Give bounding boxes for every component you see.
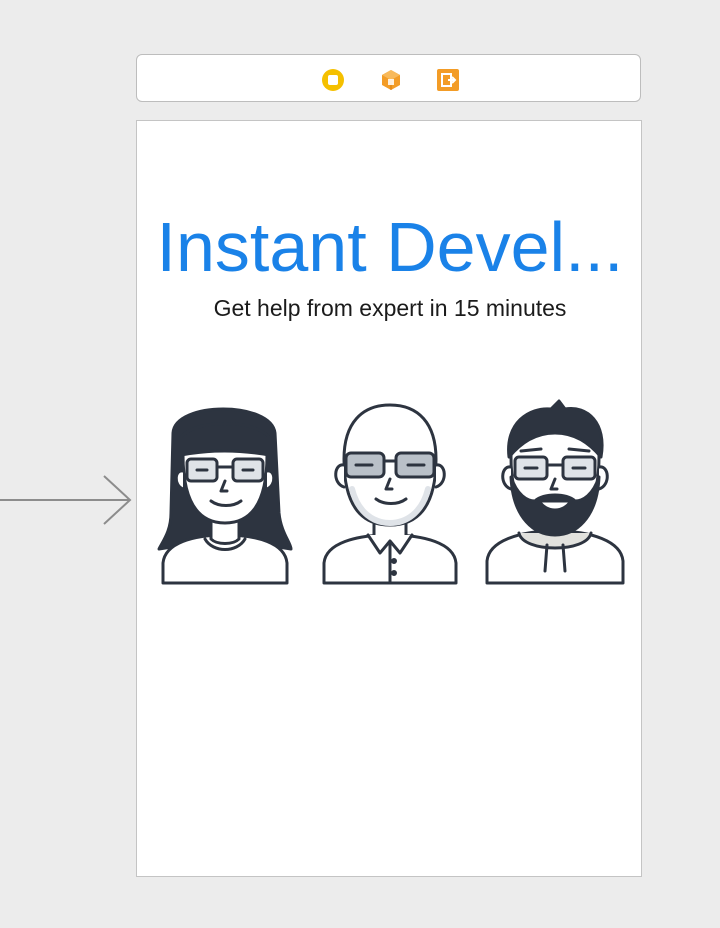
view-controller-scene[interactable]: Instant Devel... Get help from expert in…: [136, 120, 642, 877]
initial-view-controller-arrow[interactable]: [0, 472, 136, 528]
female-developer-avatar: [157, 407, 293, 585]
bearded-developer-avatar: [485, 399, 625, 585]
bald-developer-avatar: [322, 403, 458, 585]
view-controller-icon[interactable]: [321, 68, 345, 92]
subtitle-label: Get help from expert in 15 minutes: [213, 295, 567, 321]
scene-dock: [136, 54, 641, 102]
exit-icon[interactable]: [436, 68, 460, 92]
first-responder-icon[interactable]: [379, 68, 403, 92]
title-label: Instant Devel...: [156, 208, 624, 286]
storyboard-canvas: Instant Devel... Get help from expert in…: [0, 0, 720, 928]
developers-illustration: [153, 393, 628, 585]
